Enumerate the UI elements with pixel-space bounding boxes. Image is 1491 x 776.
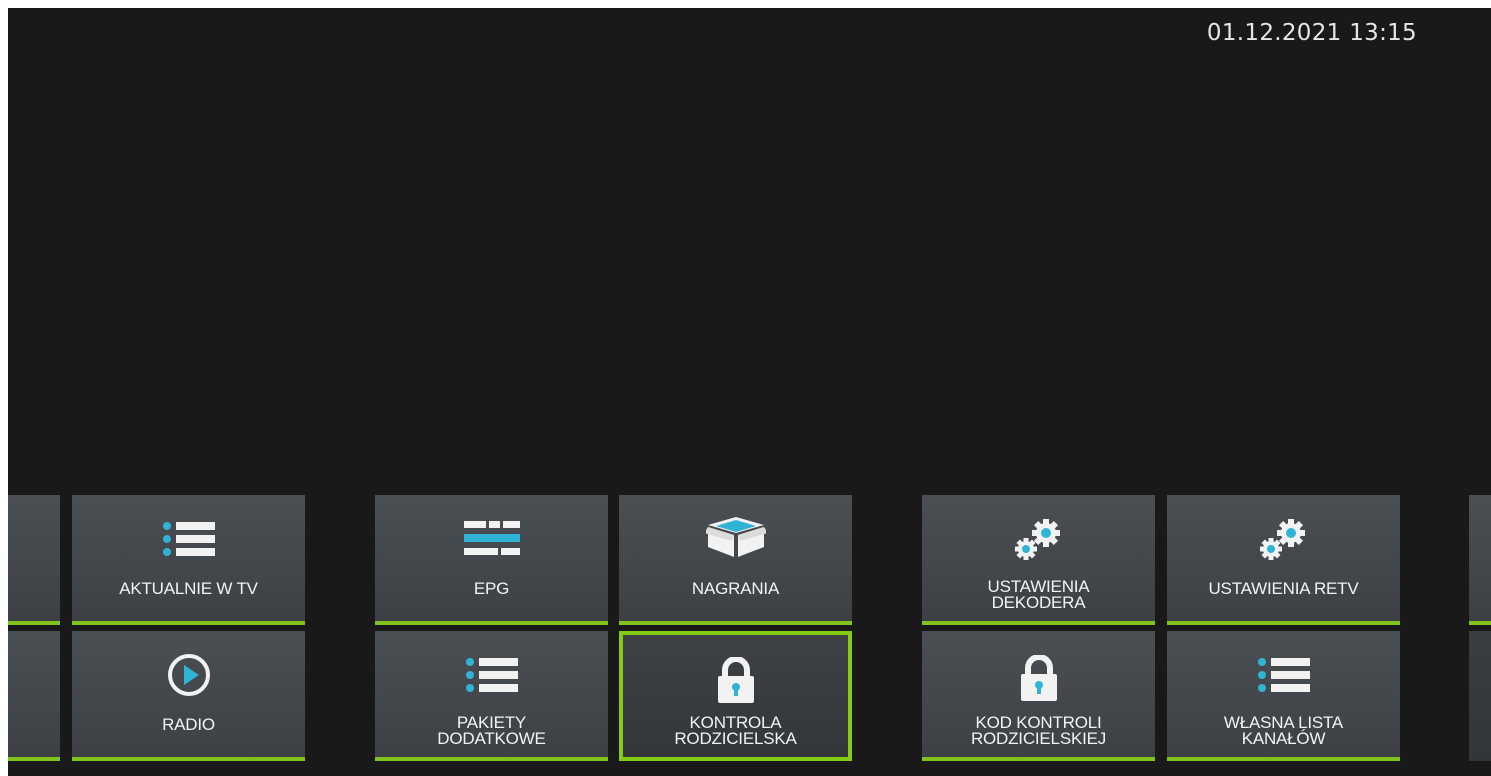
tile-label: KONTROLA RODZICIELSKA — [674, 713, 797, 748]
partial-tile-right-bottom[interactable] — [1469, 631, 1491, 761]
tile-label: AKTUALNIE W TV — [119, 579, 258, 598]
tile-epg[interactable]: EPG — [375, 495, 608, 625]
tile-label: USTAWIENIA DEKODERA — [987, 577, 1090, 612]
tile-pakiety-dodatkowe[interactable]: PAKIETY DODATKOWE — [375, 631, 608, 761]
clock: 01.12.2021 13:15 — [1206, 20, 1417, 46]
tile-ustawienia-dekodera[interactable]: USTAWIENIA DEKODERA — [922, 495, 1155, 625]
tile-wlasna-lista-kanalow[interactable]: WŁASNA LISTA KANAŁÓW — [1167, 631, 1400, 761]
tv-screen: 01.12.2021 13:15 AKTUALNIE W TV EPG NAGR… — [8, 8, 1491, 776]
box-icon — [705, 517, 766, 557]
partial-tile-right-top[interactable] — [1469, 495, 1491, 625]
lock-icon — [717, 657, 754, 703]
lock-icon — [1020, 655, 1057, 701]
gears-icon — [1259, 519, 1305, 560]
play-icon — [167, 654, 210, 696]
partial-tile-left-top[interactable] — [8, 495, 60, 625]
tile-label: EPG — [473, 579, 510, 598]
tile-label: WŁASNA LISTA KANAŁÓW — [1223, 713, 1344, 748]
tile-label: NAGRANIA — [691, 579, 780, 598]
tile-label: RADIO — [162, 715, 215, 734]
tile-label: PAKIETY DODATKOWE — [437, 713, 546, 748]
tile-label: USTAWIENIA RETV — [1208, 579, 1359, 598]
epg-icon — [463, 521, 520, 555]
tile-radio[interactable]: RADIO — [72, 631, 305, 761]
tile-ustawienia-retv[interactable]: USTAWIENIA RETV — [1167, 495, 1400, 625]
tile-aktualnie-w-tv[interactable]: AKTUALNIE W TV — [72, 495, 305, 625]
tile-kod-kontroli-rodzicielskiej[interactable]: KOD KONTROLI RODZICIELSKIEJ — [922, 631, 1155, 761]
list-icon — [162, 522, 215, 556]
tile-nagrania[interactable]: NAGRANIA — [619, 495, 852, 625]
partial-tile-left-bottom[interactable] — [8, 631, 60, 761]
list-icon — [465, 658, 518, 692]
list-icon — [1257, 658, 1310, 692]
tile-label: KOD KONTROLI RODZICIELSKIEJ — [970, 713, 1107, 748]
gears-icon — [1014, 519, 1060, 560]
tile-kontrola-rodzicielska[interactable]: KONTROLA RODZICIELSKA — [619, 631, 852, 761]
